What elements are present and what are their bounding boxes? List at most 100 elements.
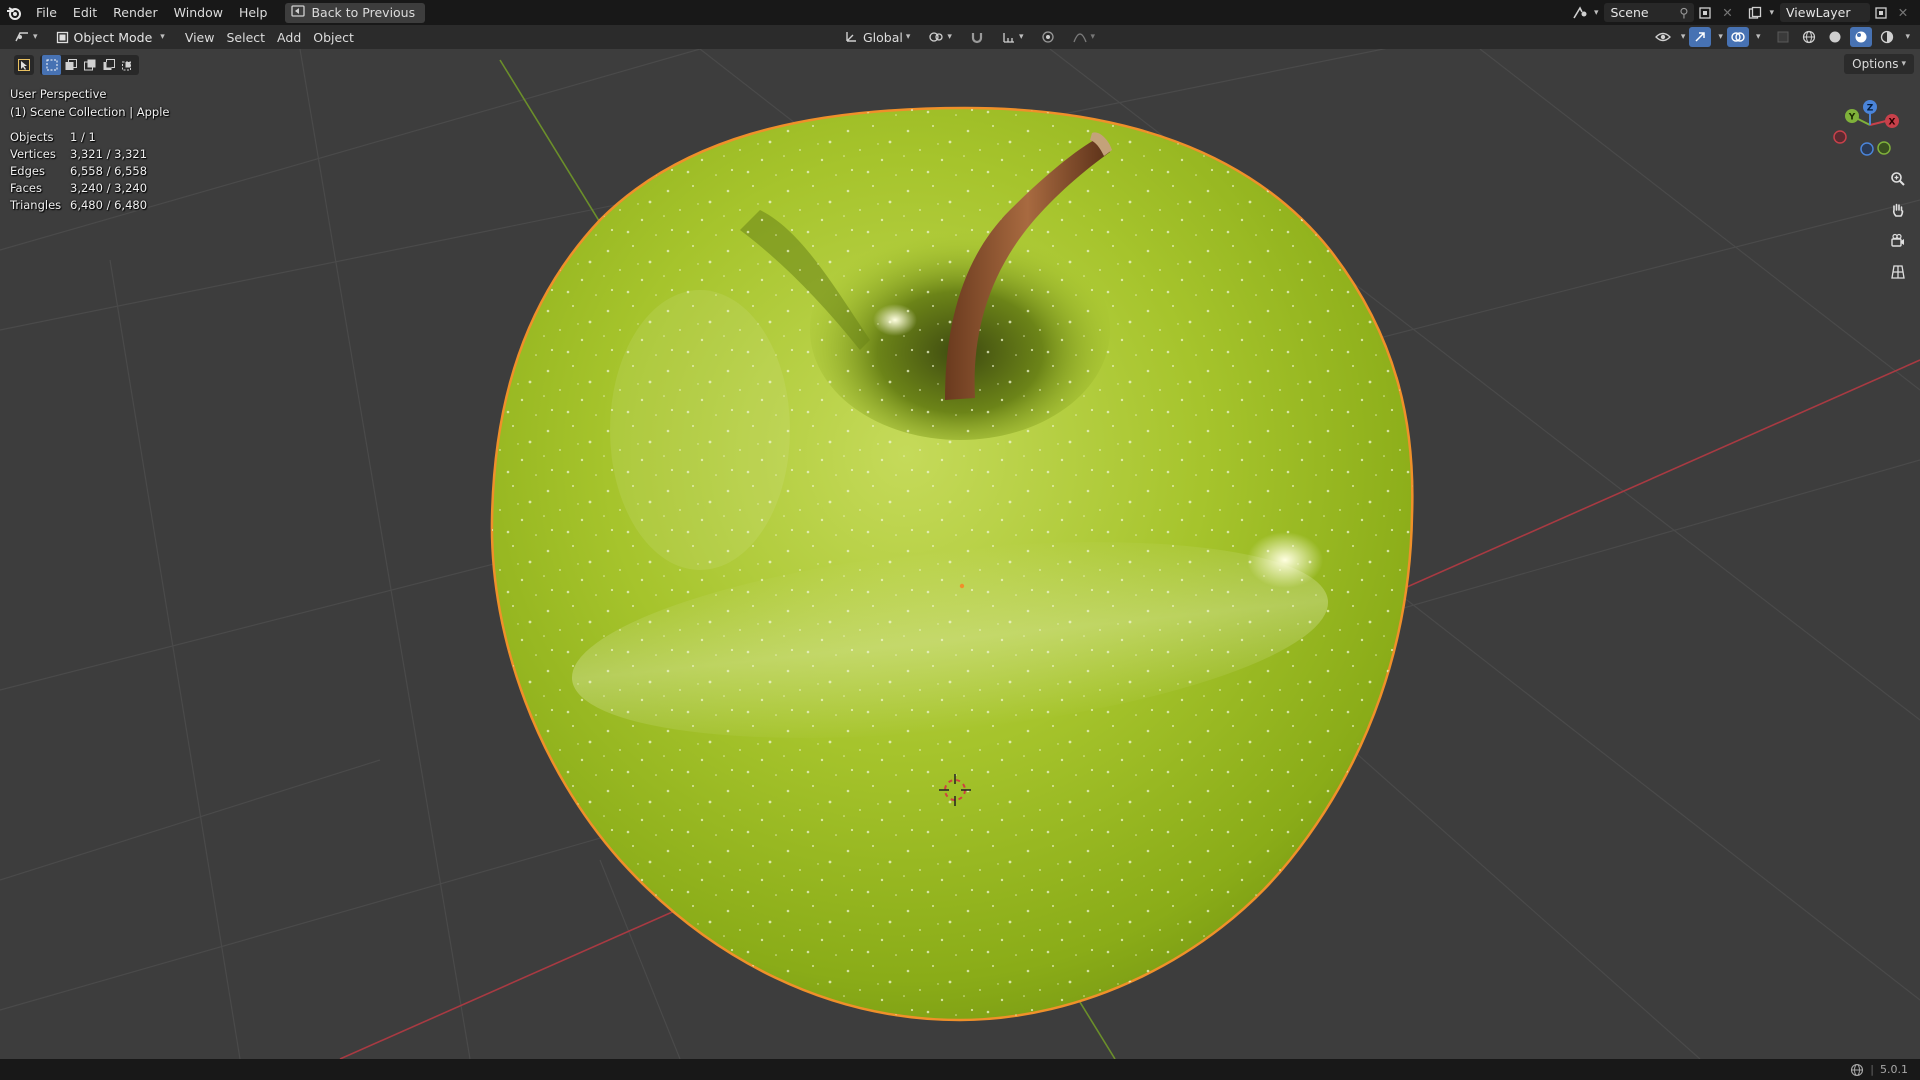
proportional-editing-toggle[interactable]: [1035, 27, 1061, 47]
gizmo-y-label: Y: [1848, 113, 1856, 123]
back-to-previous-button[interactable]: Back to Previous: [285, 2, 426, 23]
delete-viewlayer-icon[interactable]: ✕: [1892, 3, 1914, 22]
menu-select[interactable]: Select: [220, 27, 271, 47]
select-tool-button[interactable]: [14, 55, 34, 75]
3d-viewport[interactable]: User Perspective (1) Scene Collection | …: [0, 49, 1920, 1059]
rendered-shading-icon[interactable]: [1876, 27, 1898, 47]
stat-row: Vertices 3,321 / 3,321: [10, 146, 147, 163]
scene-statistics: Objects 1 / 1 Vertices 3,321 / 3,321 Edges…: [10, 129, 147, 214]
perspective-toggle-icon[interactable]: [1886, 260, 1910, 284]
gizmo-toggle-icon[interactable]: [1689, 27, 1712, 47]
overlays-toggle-icon[interactable]: [1726, 27, 1749, 47]
camera-view-icon[interactable]: [1886, 229, 1910, 253]
top-menu-bar: File Edit Render Window Help Back to Pre…: [0, 0, 1920, 25]
collection-label: (1) Scene Collection | Apple: [10, 105, 170, 119]
menu-object[interactable]: Object: [307, 27, 360, 47]
blender-logo-icon[interactable]: [0, 0, 28, 25]
new-viewlayer-icon[interactable]: [1870, 3, 1892, 22]
back-to-previous-label: Back to Previous: [311, 5, 416, 20]
back-screen-icon: [291, 5, 306, 20]
chevron-down-icon: ▾: [1090, 32, 1095, 42]
blender-window: File Edit Render Window Help Back to Pre…: [0, 0, 1920, 1080]
menu-window[interactable]: Window: [166, 0, 231, 25]
delete-scene-icon[interactable]: ✕: [1716, 3, 1738, 22]
snap-toggle[interactable]: [964, 27, 990, 47]
chevron-down-icon: ▾: [1593, 7, 1599, 18]
stat-label: Edges: [10, 164, 45, 178]
header-center-tools: Global ▾ ▾ ▾ ▾: [838, 27, 1101, 47]
chevron-down-icon: ▾: [33, 32, 38, 42]
scene-name-field[interactable]: Scene ⚲: [1604, 3, 1695, 22]
zoom-icon[interactable]: [1886, 167, 1910, 191]
pin-icon[interactable]: ⚲: [1679, 5, 1688, 20]
stat-label: Faces: [10, 181, 42, 195]
viewlayer-selector[interactable]: ▾ ViewLayer ✕: [1744, 3, 1914, 22]
object-mode-dropdown[interactable]: Object Mode ▾: [47, 27, 173, 47]
material-preview-shading-icon[interactable]: [1850, 27, 1873, 47]
menu-add[interactable]: Add: [271, 27, 307, 47]
select-extend-icon[interactable]: [61, 55, 80, 75]
xray-toggle-icon[interactable]: [1772, 27, 1794, 47]
chevron-down-icon: ▾: [1905, 32, 1910, 42]
stat-value: 3,321 / 3,321: [70, 147, 148, 161]
object-mode-icon: [56, 31, 68, 43]
navigation-gizmo[interactable]: X Y Z: [1832, 95, 1902, 165]
viewlayer-name-field[interactable]: ViewLayer: [1780, 3, 1870, 22]
navigation-tools: [1886, 167, 1910, 284]
tool-settings-row: [14, 55, 139, 75]
viewport-header: ▾ Object Mode ▾ View Select Add Object G…: [0, 25, 1920, 49]
gizmo-neg-z[interactable]: [1860, 142, 1874, 156]
chevron-down-icon: ▾: [1718, 32, 1723, 42]
transform-orientation-dropdown[interactable]: Global ▾: [838, 27, 916, 47]
options-label: Options: [1852, 57, 1899, 71]
chevron-down-icon: ▾: [1755, 32, 1761, 42]
menu-edit[interactable]: Edit: [65, 0, 105, 25]
options-dropdown[interactable]: Options ▾: [1844, 54, 1914, 74]
stat-row: Triangles 6,480 / 6,480: [10, 197, 147, 214]
editor-type-selector[interactable]: ▾: [8, 27, 44, 47]
viewlayer-icon[interactable]: [1744, 3, 1766, 22]
stat-row: Edges 6,558 / 6,558: [10, 163, 147, 180]
apple-object[interactable]: [480, 100, 1430, 1030]
stat-label: Vertices: [10, 147, 56, 161]
select-invert-icon[interactable]: [99, 55, 118, 75]
cursor-arrow-icon: [18, 59, 30, 71]
perspective-label: User Perspective: [10, 87, 107, 101]
pan-hand-icon[interactable]: [1886, 198, 1910, 222]
falloff-dropdown[interactable]: ▾: [1067, 27, 1101, 47]
pivot-point-dropdown[interactable]: ▾: [922, 27, 958, 47]
select-new-icon[interactable]: [42, 55, 61, 75]
gizmo-neg-x[interactable]: [1833, 130, 1847, 144]
gizmo-neg-y[interactable]: [1877, 141, 1891, 155]
select-intersect-icon[interactable]: [118, 55, 137, 75]
select-subtract-icon[interactable]: [80, 55, 99, 75]
wireframe-shading-icon[interactable]: [1798, 27, 1820, 47]
3d-viewport-icon: [15, 32, 28, 42]
chevron-down-icon: ▾: [1018, 32, 1024, 42]
stat-row: Objects 1 / 1: [10, 129, 147, 146]
chevron-down-icon: ▾: [947, 32, 952, 42]
version-label: 5.0.1: [1880, 1063, 1908, 1076]
selectability-visibility-icon[interactable]: [1652, 27, 1674, 47]
solid-shading-icon[interactable]: [1824, 27, 1846, 47]
menu-help[interactable]: Help: [231, 0, 276, 25]
stat-label: Objects: [10, 130, 54, 144]
menu-file[interactable]: File: [28, 0, 65, 25]
scene-icon[interactable]: [1569, 3, 1591, 22]
object-mode-label: Object Mode: [73, 29, 153, 45]
menu-view[interactable]: View: [179, 27, 221, 47]
viewport-scene: [0, 49, 1920, 1059]
new-scene-icon[interactable]: [1694, 3, 1716, 22]
stat-value: 6,480 / 6,480: [70, 198, 148, 212]
scene-selector[interactable]: ▾ Scene ⚲ ✕: [1569, 3, 1739, 22]
gizmo-z-label: Z: [1867, 104, 1874, 114]
falloff-curve-icon: [1073, 33, 1088, 43]
menu-render[interactable]: Render: [105, 0, 166, 25]
chevron-down-icon: ▾: [160, 32, 165, 42]
viewlayer-name: ViewLayer: [1786, 5, 1851, 20]
snap-target-dropdown[interactable]: ▾: [996, 27, 1030, 47]
chevron-down-icon: ▾: [1769, 7, 1774, 18]
orientation-icon: [846, 32, 856, 42]
stat-row: Faces 3,240 / 3,240: [10, 180, 147, 197]
header-right-tools: ▾ ▾ ▾ ▾: [1652, 27, 1910, 47]
